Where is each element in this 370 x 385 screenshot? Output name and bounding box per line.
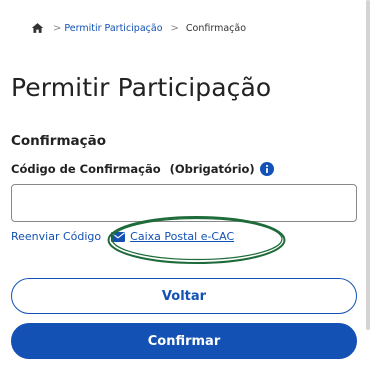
page-title: Permitir Participação	[11, 72, 272, 102]
envelope-icon	[111, 231, 126, 242]
back-button[interactable]: Voltar	[11, 278, 357, 314]
breadcrumb: > Permitir Participação > Confirmação	[31, 22, 246, 34]
confirmation-page: > Permitir Participação > Confirmação Pe…	[0, 0, 370, 385]
home-icon[interactable]	[31, 22, 44, 34]
info-icon[interactable]	[259, 162, 274, 176]
section-title: Confirmação	[11, 133, 107, 150]
required-indicator: (Obrigatório)	[169, 162, 255, 176]
confirm-button[interactable]: Confirmar	[11, 323, 357, 359]
code-field-label: Código de Confirmação (Obrigatório)	[11, 162, 274, 176]
breadcrumb-item-permitir-participacao[interactable]: Permitir Participação	[64, 23, 162, 34]
mailbox-ecac-link[interactable]: Caixa Postal e-CAC	[111, 230, 234, 243]
mailbox-link-label: Caixa Postal e-CAC	[130, 230, 235, 243]
chevron-right-icon: >	[170, 22, 179, 34]
breadcrumb-item-confirmacao: Confirmação	[185, 22, 247, 34]
chevron-right-icon: >	[53, 22, 62, 34]
scrollbar[interactable]	[366, 0, 370, 330]
links-row: Reenviar Código Caixa Postal e-CAC	[11, 230, 234, 243]
confirmation-code-input[interactable]	[11, 184, 357, 222]
code-label-text: Código de Confirmação	[11, 162, 161, 176]
resend-code-link[interactable]: Reenviar Código	[11, 230, 101, 243]
